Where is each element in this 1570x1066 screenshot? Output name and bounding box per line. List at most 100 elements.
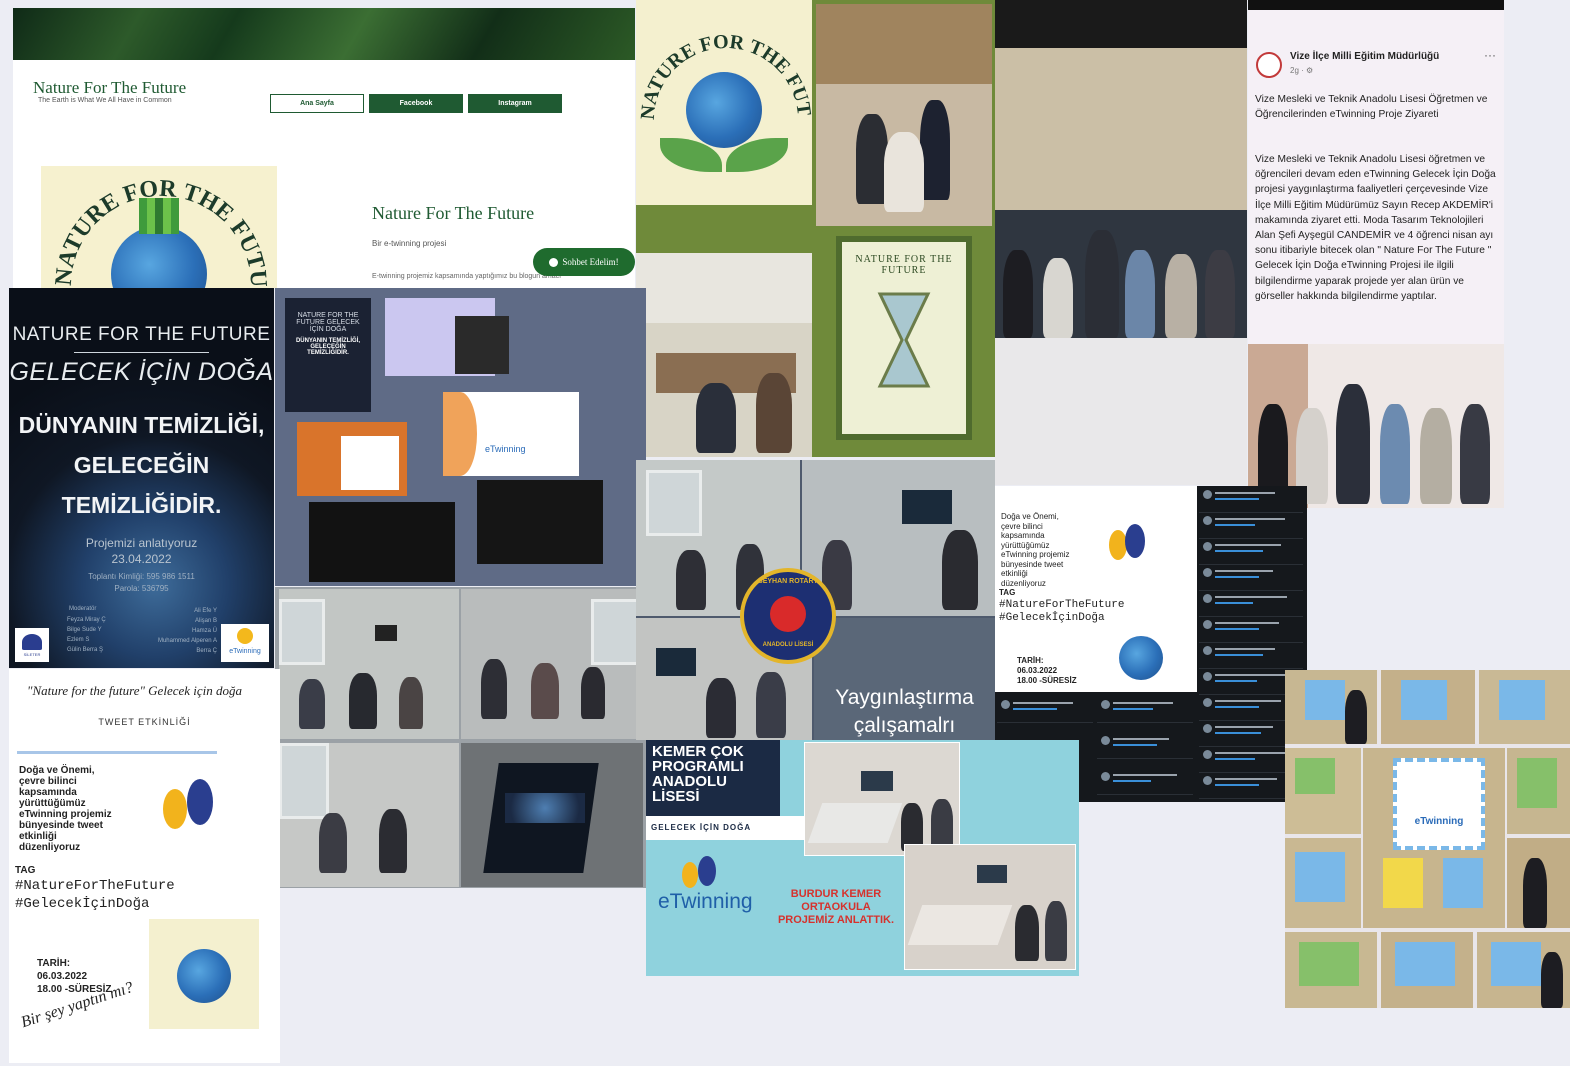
poster-line4: GELECEĞİN: [73, 452, 210, 478]
tweet-event-label: TWEET ETKİNLİĞİ: [98, 717, 191, 727]
city-icon: [139, 198, 179, 234]
kemer-subtitle-bar: GELECEK İÇİN DOĞA: [646, 816, 804, 840]
green-collage: NATURE FOR THE FUTURE NATURE FOR THE FUT…: [636, 0, 995, 457]
group-photo-dark: [995, 0, 1247, 485]
page-subheading: Bir e-twinning projesi: [372, 239, 447, 248]
screen-share-2: [455, 316, 509, 374]
tweet-small-tag-label: TAG: [999, 588, 1016, 597]
video-grid-1: [309, 502, 455, 582]
etwinning-logo: eTwinning: [221, 624, 269, 662]
more-options-icon[interactable]: ···: [1484, 48, 1496, 62]
chat-icon: [549, 257, 559, 267]
tweet-small-date: 06.03.2022: [1017, 666, 1058, 675]
slide-thumb: NATURE FOR THE FUTURE GELECEK İÇİN DOĞA …: [285, 298, 371, 412]
kemer-photo-1: [804, 742, 960, 856]
hourglass-title: NATURE FOR THE FUTURE: [855, 254, 953, 276]
online-meeting-collage: NATURE FOR THE FUTURE GELECEK İÇİN DOĞA …: [275, 288, 646, 586]
kemer-photo-2: [904, 844, 1076, 970]
board-photo-10: [1477, 932, 1570, 1008]
poster-announce: Projemizi anlatıyoruz: [85, 536, 198, 550]
page-body-text: E-twinning projemiz kapsamında yaptığımı…: [372, 273, 562, 280]
poster-line1: NATURE FOR THE FUTURE: [12, 324, 271, 345]
etwinning-figure-icon: [678, 854, 724, 894]
classroom-screen-photo: [461, 743, 643, 887]
bulletin-board-collage: eTwinning: [1285, 670, 1570, 1008]
poster-moderator-label: Moderatör: [69, 606, 97, 612]
tweet-small-lines: Doğa ve Önemi, çevre bilinci kapsamında yür…: [1001, 512, 1070, 588]
website-screenshot: Nature For The Future The Earth is What …: [13, 8, 635, 288]
etwinning-slide: eTwinning: [443, 392, 579, 476]
board-photo-4: [1285, 748, 1361, 834]
site-logo: NATURE FOR THE FUTURE: [32, 146, 277, 288]
page-avatar[interactable]: [1256, 52, 1282, 78]
nav-home-button[interactable]: Ana Sayfa: [270, 94, 364, 113]
caption-line2: çalışamalrı: [853, 714, 956, 737]
tweet-small-date-label: TARİH:: [1017, 656, 1044, 665]
earth-poster: NATURE FOR THE FUTURE GELECEK İÇİN DOĞA …: [9, 288, 274, 668]
post-photo: [1248, 344, 1504, 508]
classroom-photo-1: [279, 589, 459, 739]
tweet-small-time: 18.00 -SÜRESİZ: [1017, 676, 1077, 685]
tweet-big-date: 06.03.2022: [37, 971, 88, 982]
board-photo-3: [1479, 670, 1570, 744]
board-photo-5: [1507, 748, 1570, 834]
kemer-etwinning-label: eTwinning: [658, 890, 753, 913]
caption-line1: Yaygınlaştırma: [835, 686, 974, 709]
poster-meeting-id: Toplantı Kimliği: 595 986 1511: [88, 572, 195, 581]
board-photo-main: eTwinning: [1363, 748, 1505, 928]
kemer-red-text: BURDUR KEMER ORTAOKULA PROJEMİZ ANLATTIK…: [777, 888, 895, 926]
globe-icon: [1119, 636, 1163, 680]
poster-line5: TEMİZLİĞİDİR.: [61, 492, 222, 518]
leaf-banner: [13, 8, 635, 60]
poster-password: Parola: 536795: [114, 584, 169, 593]
seyhan-photo-2: [802, 460, 995, 616]
classroom-photos: [275, 587, 646, 888]
tweet-poster-large: "Nature for the future" Gelecek için doğ…: [9, 669, 280, 1063]
poster-date: 23.04.2022: [111, 552, 172, 566]
nature-logo-small: [149, 919, 259, 1029]
tweet-poster-small: Doğa ve Önemi, çevre bilinci kapsamında yür…: [995, 486, 1197, 692]
tweet-small-tag1: #NatureForTheFuture: [999, 599, 1125, 611]
poster-names-right: Ali Efe Y Alişan B Hamza Ü Muhammed Alperen…: [157, 608, 217, 654]
nav-instagram-button[interactable]: Instagram: [468, 94, 562, 113]
tweet-big-tag1: #NatureForTheFuture: [15, 878, 175, 894]
post-title: Vize Mesleki ve Teknik Anadolu Lisesi Öğ…: [1255, 94, 1488, 120]
seyhan-caption-panel: Yaygınlaştırma çalışamalrı: [814, 618, 995, 740]
tweet-small-tag2: #GelecekİçinDoğa: [999, 612, 1105, 624]
orange-slide: [297, 422, 407, 496]
handwritten-title: "Nature for the future" Gelecek için doğ…: [27, 683, 243, 698]
etwinning-figure-icon: [159, 775, 223, 839]
site-tagline: The Earth is What We All Have in Common: [38, 97, 172, 104]
board-photo-2: [1381, 670, 1475, 744]
video-grid-2: [477, 480, 603, 564]
office-photo: [816, 4, 992, 226]
post-time: 2g · ⚙: [1290, 66, 1314, 75]
poster-names-left: Feyza Miray Ç Bilge Sude Y Ezlem S Gülin Be…: [67, 617, 106, 653]
board-photo-9: [1381, 932, 1473, 1008]
board-photo-8: [1285, 932, 1377, 1008]
board-photo-1: [1285, 670, 1377, 744]
chat-button[interactable]: Sohbet Edelim!: [533, 248, 635, 276]
poster-line2: GELECEK İÇİN DOĞA: [9, 358, 274, 386]
kemer-poster: KEMER ÇOK PROGRAMLI ANADOLU LİSESİ GELEC…: [646, 740, 1079, 976]
hourglass-icon: [877, 292, 931, 388]
seyhan-rotary-logo: SEYHAN ROTARY ANADOLU LİSESİ: [740, 568, 836, 664]
tweet-big-lines: Doğa ve Önemi, çevre bilinci kapsamında yür…: [19, 765, 112, 853]
board-photo-7: [1507, 838, 1570, 928]
page-heading: Nature For The Future: [372, 203, 535, 223]
chat-button-label: Sohbet Edelim!: [562, 257, 619, 267]
globe-icon: [686, 72, 762, 148]
site-title[interactable]: Nature For The Future: [33, 78, 186, 98]
tweet-big-tag-label: TAG: [15, 865, 36, 876]
kemer-title-box: KEMER ÇOK PROGRAMLI ANADOLU LİSESİ: [646, 740, 780, 816]
poster-line3: DÜNYANIN TEMİZLİĞİ,: [18, 412, 265, 438]
etwinning-figure-icon: [1105, 520, 1149, 564]
kemer-school-name: KEMER ÇOK PROGRAMLI ANADOLU LİSESİ: [652, 743, 744, 805]
globe-icon: [177, 949, 231, 1003]
lotus-logo: SİLETER: [15, 628, 49, 662]
seyhan-collage: Yaygınlaştırma çalışamalrı SEYHAN ROTARY…: [636, 460, 995, 740]
classroom-photo-2: [461, 589, 643, 739]
post-author[interactable]: Vize İlçe Milli Eğitim Müdürlüğü: [1290, 51, 1439, 62]
nav-facebook-button[interactable]: Facebook: [369, 94, 463, 113]
facebook-post: Vize İlçe Milli Eğitim Müdürlüğü 2g · ⚙ …: [1248, 0, 1504, 508]
